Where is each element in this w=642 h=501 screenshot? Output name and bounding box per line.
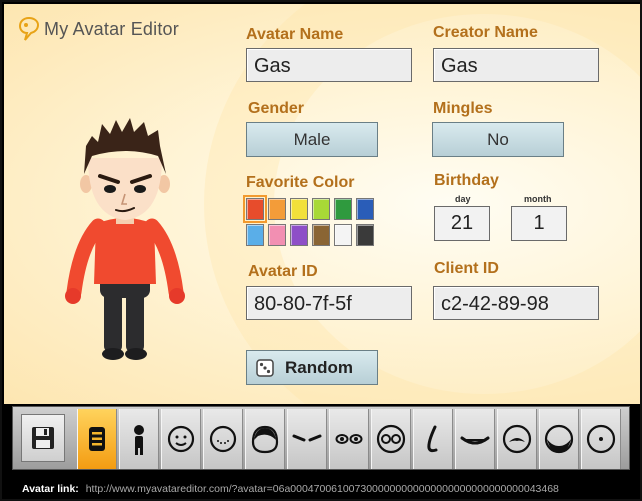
app-title: My Avatar Editor [44, 18, 179, 39]
client-id-label: Client ID [434, 260, 499, 277]
avatar-link-label: Avatar link: [22, 483, 79, 495]
tool-mole[interactable] [581, 409, 621, 469]
day-label: day [455, 194, 471, 204]
color-swatch[interactable] [268, 224, 286, 246]
client-id-field[interactable]: c2-42-89-98 [433, 286, 599, 320]
tool-hair[interactable] [245, 409, 285, 469]
color-swatch[interactable] [356, 198, 374, 220]
dice-icon [256, 358, 274, 377]
avatar-id-field[interactable]: 80-80-7f-5f [246, 286, 412, 320]
tool-body[interactable] [119, 409, 159, 469]
random-button-label: Random [285, 357, 353, 377]
color-swatch[interactable] [246, 224, 264, 246]
birthday-label: Birthday [434, 172, 499, 189]
tool-eyes[interactable] [329, 409, 369, 469]
mingles-button[interactable]: No [432, 122, 564, 157]
tool-beard[interactable] [539, 409, 579, 469]
hair-icon [251, 425, 279, 454]
floppy-disk-icon [32, 427, 54, 449]
birthday-month-field[interactable]: 1 [511, 206, 567, 241]
tool-glasses[interactable] [371, 409, 411, 469]
beard-icon [544, 424, 574, 454]
color-swatch[interactable] [312, 198, 330, 220]
color-swatch[interactable] [290, 224, 308, 246]
face-icon [167, 425, 195, 453]
nose-icon [427, 425, 438, 453]
app-window: My Avatar Editor Avatar Name Gas Creator… [0, 0, 642, 501]
tool-nose[interactable] [413, 409, 453, 469]
face-features-icon [209, 425, 237, 453]
part-toolbar [12, 406, 630, 470]
color-swatch[interactable] [312, 224, 330, 246]
tool-face[interactable] [161, 409, 201, 469]
mingles-label: Mingles [433, 100, 493, 117]
glasses-icon [376, 424, 406, 454]
tool-mustache[interactable] [497, 409, 537, 469]
save-button[interactable] [21, 414, 65, 462]
favorite-color-label: Favorite Color [246, 174, 355, 191]
color-swatch[interactable] [334, 198, 352, 220]
avatar-name-label: Avatar Name [246, 26, 344, 43]
speech-bubble-logo-icon [18, 16, 40, 41]
gender-button[interactable]: Male [246, 122, 378, 157]
avatar-link-bar: Avatar link: http://www.myavatareditor.c… [2, 478, 642, 501]
profile-list-icon [89, 427, 105, 451]
body-icon [134, 425, 144, 455]
tool-eyebrows[interactable] [287, 409, 327, 469]
eyes-icon [335, 434, 363, 444]
avatar-link-url[interactable]: http://www.myavatareditor.com/?avatar=06… [86, 483, 559, 495]
eyebrows-icon [292, 434, 322, 442]
random-button[interactable]: Random [246, 350, 378, 385]
color-swatch[interactable] [290, 198, 308, 220]
month-label: month [524, 194, 552, 204]
mole-icon [586, 424, 616, 454]
birthday-day-field[interactable]: 21 [434, 206, 490, 241]
tool-face-features[interactable] [203, 409, 243, 469]
app-header: My Avatar Editor [18, 16, 179, 42]
gender-label: Gender [248, 100, 305, 117]
tool-mouth[interactable] [455, 409, 495, 469]
mustache-icon [502, 424, 532, 454]
color-swatch[interactable] [243, 195, 267, 223]
tool-profile-list[interactable] [77, 409, 117, 469]
color-swatch[interactable] [356, 224, 374, 246]
color-swatch[interactable] [268, 198, 286, 220]
creator-name-label: Creator Name [433, 24, 538, 41]
avatar-name-field[interactable]: Gas [246, 48, 412, 82]
mouth-icon [460, 436, 490, 445]
avatar-preview [65, 118, 185, 360]
editor-panel: My Avatar Editor Avatar Name Gas Creator… [4, 4, 640, 404]
creator-name-field[interactable]: Gas [433, 48, 599, 82]
color-swatch[interactable] [334, 224, 352, 246]
avatar-id-label: Avatar ID [248, 263, 318, 280]
